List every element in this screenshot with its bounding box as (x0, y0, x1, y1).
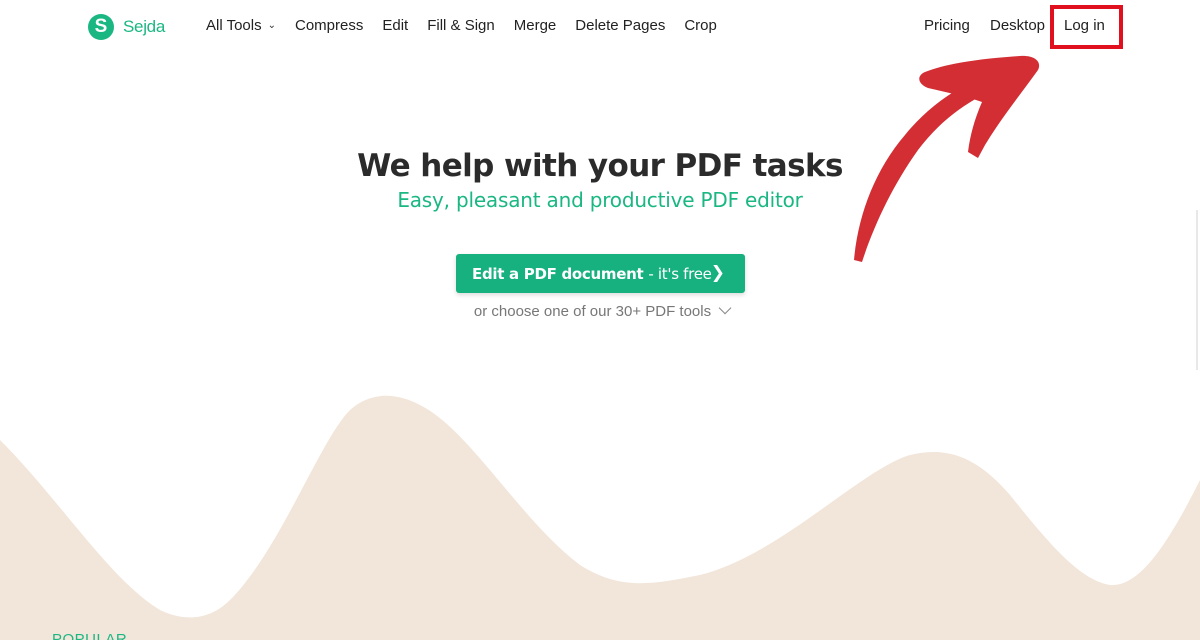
cta-label-strong: Edit a PDF document (472, 264, 644, 283)
nav-desktop[interactable]: Desktop (990, 17, 1045, 34)
login-highlight-box (1050, 5, 1123, 49)
more-tools-label: or choose one of our 30+ PDF tools (473, 303, 712, 320)
sejda-logo-icon: S (88, 14, 114, 40)
chevron-right-icon: ❯ (710, 263, 725, 283)
nav-merge[interactable]: Merge (514, 17, 557, 34)
chevron-down-icon: ⌄ (267, 20, 276, 31)
scrollbar[interactable] (1196, 210, 1198, 370)
nav-fill-sign[interactable]: Fill & Sign (427, 17, 495, 34)
chevron-down-icon (718, 301, 732, 315)
nav-crop[interactable]: Crop (684, 17, 717, 34)
nav-delete-pages[interactable]: Delete Pages (575, 17, 665, 34)
nav-tools-menu: All Tools ⌄ Compress Edit Fill & Sign Mer… (206, 17, 736, 34)
cta-label-light: - it's free (648, 264, 712, 283)
hero-title: We help with your PDF tasks (357, 148, 843, 184)
more-tools-link[interactable]: or choose one of our 30+ PDF tools (0, 301, 1200, 320)
nav-compress[interactable]: Compress (295, 17, 363, 34)
nav-all-tools-label: All Tools (206, 17, 262, 34)
hero-section: We help with your PDF tasks Easy, pleasa… (0, 148, 1200, 212)
brand-logo-link[interactable]: S Sejda (88, 14, 165, 40)
hero-subtitle: Easy, pleasant and productive PDF editor (397, 188, 803, 212)
decorative-wave (0, 395, 1200, 640)
nav-pricing[interactable]: Pricing (924, 17, 970, 34)
edit-pdf-button[interactable]: Edit a PDF document - it's free ❯ (456, 254, 745, 293)
section-popular-heading: POPULAR (52, 631, 128, 640)
wave-shape (0, 395, 1200, 640)
nav-edit[interactable]: Edit (382, 17, 408, 34)
nav-all-tools[interactable]: All Tools ⌄ (206, 17, 276, 34)
top-navbar: S Sejda All Tools ⌄ Compress Edit Fill & … (0, 0, 1200, 56)
brand-name: Sejda (123, 17, 165, 36)
